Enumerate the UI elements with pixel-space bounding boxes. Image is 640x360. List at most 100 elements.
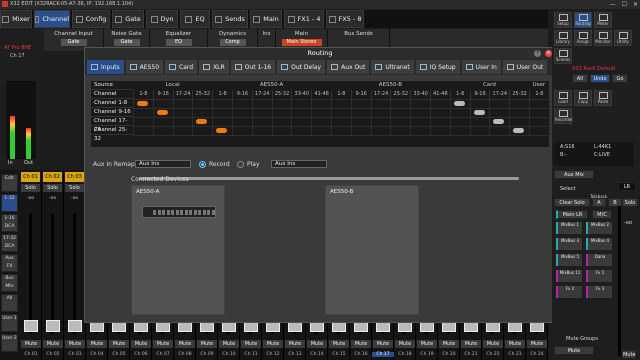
aux-remap-left-select[interactable]: Aux Ins — [135, 160, 191, 168]
strip-label[interactable]: Ch 08 — [174, 352, 196, 357]
strip-label[interactable]: Ch 17 — [372, 352, 394, 357]
strip-label[interactable]: Ch 09 — [196, 352, 218, 357]
top-tab-7[interactable]: Main — [250, 10, 282, 28]
right-panel-button-3[interactable]: Library — [554, 30, 572, 46]
routing-assignment[interactable] — [137, 101, 148, 106]
right-panel-button-10[interactable]: Paste — [594, 90, 612, 106]
solo-button[interactable]: Solo — [43, 184, 62, 192]
talkback-a-button[interactable]: A — [592, 198, 606, 207]
ch-header-button[interactable]: Gate — [113, 39, 140, 46]
strip-label[interactable]: Ch 06 — [130, 352, 152, 357]
main-mute-right-button[interactable]: Mute — [622, 350, 636, 359]
strip-label[interactable]: Ch 19 — [416, 352, 438, 357]
strip-label[interactable]: Ch 22 — [482, 352, 504, 357]
mute-button[interactable]: Mute — [395, 340, 415, 348]
help-icon[interactable]: ? — [534, 50, 541, 57]
ch-header-button[interactable]: Gate — [60, 39, 87, 46]
left-strip-button-6[interactable]: All — [1, 294, 18, 312]
right-panel-button-8[interactable]: Load — [554, 90, 572, 106]
main-lr-button[interactable]: Main LR — [556, 210, 588, 219]
mute-button[interactable]: Mute — [263, 340, 283, 348]
routing-scrollbar[interactable] — [139, 177, 519, 180]
main-lr-fader-track[interactable] — [618, 206, 621, 356]
mute-button[interactable]: Mute — [307, 340, 327, 348]
bus-select-button-5[interactable]: Dana — [586, 254, 612, 266]
strip-label[interactable]: Ch 07 — [152, 352, 174, 357]
solo-button[interactable]: Solo — [21, 184, 40, 192]
right-panel-button-9[interactable]: Copy — [574, 90, 592, 106]
left-strip-button-2[interactable]: 1-16 DCA — [1, 214, 18, 232]
ch-header-button[interactable]: Main Stereo — [281, 39, 322, 46]
strip-label[interactable]: Ch 24 — [526, 352, 548, 357]
mc-button[interactable]: M/C — [592, 210, 612, 219]
right-panel-button-0[interactable]: Setup — [554, 12, 572, 28]
bus-select-button-2[interactable]: MixBus 3 — [556, 238, 582, 250]
left-strip-button-4[interactable]: Aux FX — [1, 254, 18, 272]
solo-button[interactable]: Solo — [65, 184, 84, 192]
aux-remap-right-select[interactable]: Aux Ins — [271, 160, 327, 168]
routing-tab-2[interactable]: Card — [165, 60, 198, 74]
routing-tab-9[interactable]: User In — [461, 60, 501, 74]
clear-solo-button[interactable]: Clear Solo — [554, 198, 590, 207]
routing-assignment[interactable] — [473, 110, 485, 115]
left-strip-button-5[interactable]: Bus Mtx — [1, 274, 18, 292]
routing-tab-4[interactable]: Out 1-16 — [230, 60, 276, 74]
top-tab-5[interactable]: EQ — [180, 10, 210, 28]
strip-label[interactable]: Ch 03 — [64, 352, 86, 357]
aes50-a-device-box[interactable]: AES50-A — [131, 185, 225, 315]
routing-assignment[interactable] — [513, 128, 525, 133]
routing-assignment[interactable] — [216, 128, 228, 133]
routing-assignment[interactable] — [196, 119, 208, 124]
undo-button[interactable]: Undo — [590, 74, 610, 83]
mute-button[interactable]: Mute — [175, 340, 195, 348]
ch-header-button[interactable]: Comp — [219, 39, 246, 46]
strip-label[interactable]: Ch 14 — [306, 352, 328, 357]
fader-cap[interactable] — [46, 320, 60, 332]
strip-label[interactable]: Ch 23 — [504, 352, 526, 357]
routing-grid[interactable]: Source Channel Channel 1-8 Channel 9-16 Chan… — [91, 81, 550, 180]
right-panel-button-7[interactable]: Utility — [614, 30, 632, 46]
strip-label[interactable]: Ch 13 — [284, 352, 306, 357]
strip-label[interactable]: Ch 05 — [108, 352, 130, 357]
routing-tab-10[interactable]: User Out — [502, 60, 548, 74]
mute-button[interactable]: Mute — [43, 340, 63, 348]
routing-assignment[interactable] — [453, 101, 465, 106]
bus-select-button-6[interactable]: MixBus 11 — [556, 270, 582, 282]
strip-label[interactable]: Ch 12 — [262, 352, 284, 357]
bus-select-button-7[interactable]: Fx 1 — [586, 270, 612, 282]
right-panel-button-11[interactable]: Recorder — [554, 108, 573, 124]
mute-button[interactable]: Mute — [417, 340, 437, 348]
routing-tab-3[interactable]: XLR — [199, 60, 229, 74]
routing-tab-6[interactable]: Aux Out — [327, 60, 370, 74]
maximize-icon[interactable]: ☐ — [622, 0, 627, 9]
strip-label[interactable]: Ch 10 — [218, 352, 240, 357]
lr-solo-button[interactable]: Solo — [622, 198, 638, 207]
fader-track[interactable] — [51, 214, 54, 334]
fader-track[interactable] — [29, 214, 32, 334]
mute-button[interactable]: Mute — [87, 340, 107, 348]
routing-tab-7[interactable]: Ultranet — [371, 60, 414, 74]
bus-select-button-8[interactable]: Fx 2 — [556, 286, 582, 298]
bus-select-button-3[interactable]: MixBus 4 — [586, 238, 612, 250]
record-radio[interactable] — [199, 161, 206, 168]
play-radio[interactable] — [237, 161, 244, 168]
main-mute-button[interactable]: Mute — [554, 346, 594, 355]
mute-button[interactable]: Mute — [131, 340, 151, 348]
routing-tab-5[interactable]: Out Delay — [277, 60, 326, 74]
left-strip-button-1[interactable]: 1-32 — [1, 194, 18, 212]
mute-button[interactable]: Mute — [109, 340, 129, 348]
top-tab-0[interactable]: Mixer — [0, 10, 32, 28]
strip-label[interactable]: Ch 15 — [328, 352, 350, 357]
strip-label[interactable]: Ch 01 — [20, 352, 42, 357]
strip-label[interactable]: Ch 20 — [438, 352, 460, 357]
strip-label[interactable]: Ch 11 — [240, 352, 262, 357]
fader-cap[interactable] — [68, 320, 82, 332]
all-button[interactable]: All — [572, 74, 588, 83]
strip-label[interactable]: Ch 16 — [350, 352, 372, 357]
fader-track[interactable] — [73, 214, 76, 334]
close-icon[interactable]: × — [545, 50, 552, 57]
strip-label[interactable]: Ch 18 — [394, 352, 416, 357]
routing-tab-1[interactable]: AES50 — [125, 60, 164, 74]
aux-mix-button[interactable]: Aux Mix — [554, 170, 594, 179]
routing-tab-0[interactable]: Inputs — [87, 60, 124, 74]
